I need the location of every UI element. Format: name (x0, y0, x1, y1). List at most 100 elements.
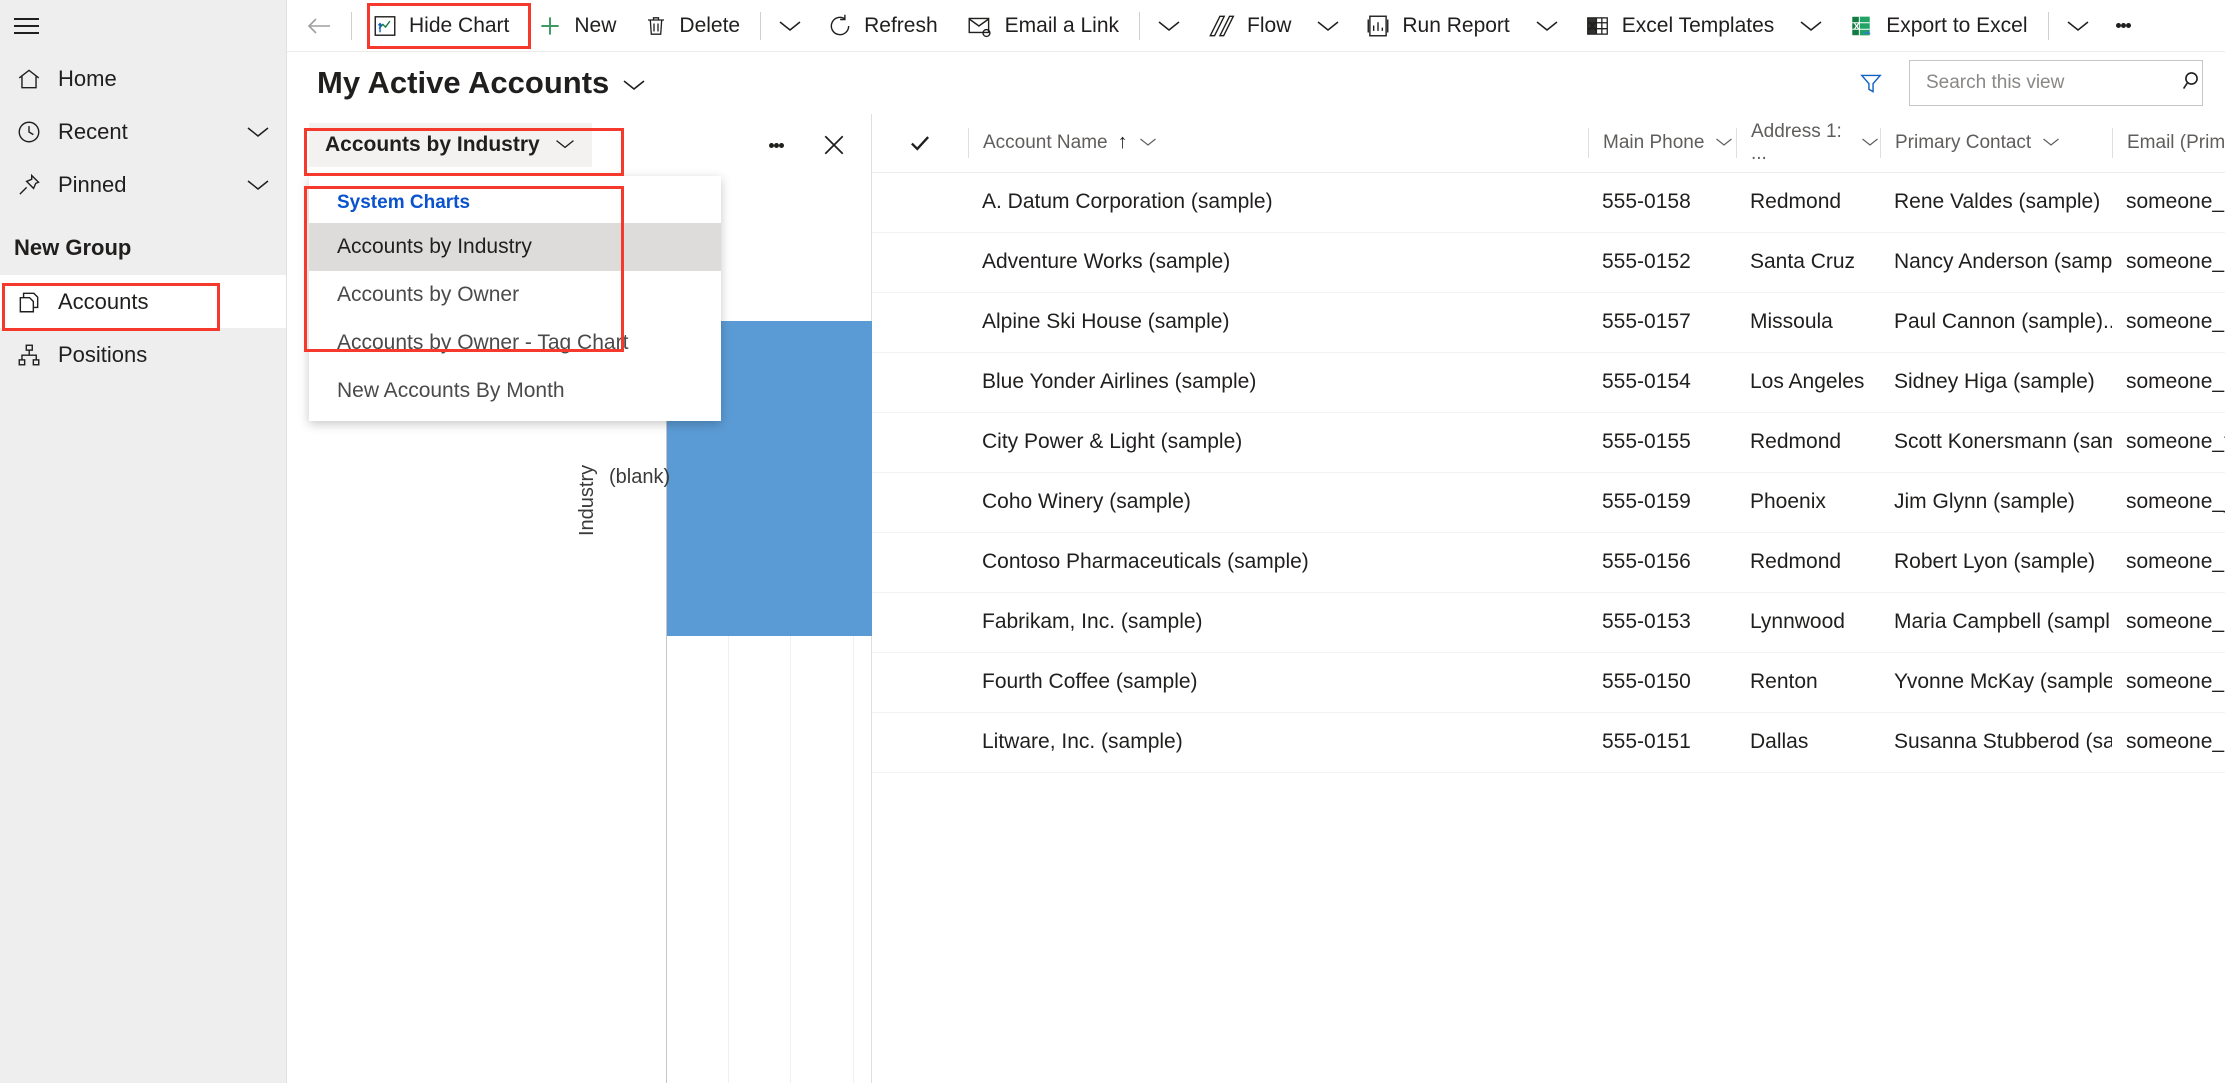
run-report-button[interactable]: Run Report (1351, 4, 1523, 48)
export-to-excel-button[interactable]: X Export to Excel (1834, 4, 2041, 48)
new-button[interactable]: New (523, 4, 630, 48)
cell-email-primary-contact[interactable]: someone_d@example.c (2112, 592, 2225, 653)
column-header-primary-contact[interactable]: Primary Contact (1880, 114, 2112, 173)
cell-primary-contact[interactable]: Susanna Stubberod (sa (1880, 712, 2112, 773)
back-button[interactable] (295, 4, 343, 48)
flow-chevron-down-icon[interactable] (1305, 4, 1351, 48)
cell-account-name[interactable]: City Power & Light (sample) (968, 412, 1588, 473)
cell-primary-contact[interactable]: Scott Konersmann (sam (1880, 412, 2112, 473)
email-a-link-button[interactable]: Email a Link (952, 4, 1133, 48)
cell-main-phone[interactable]: 555-0150 (1588, 652, 1736, 713)
hide-chart-button[interactable]: Hide Chart (358, 4, 523, 48)
cell-main-phone[interactable]: 555-0158 (1588, 172, 1736, 233)
column-header-account-name[interactable]: Account Name ↑ (968, 114, 1588, 173)
table-row[interactable]: A. Datum Corporation (sample) 555-0158 Red… (872, 172, 2225, 233)
cell-email-primary-contact[interactable]: someone_c@example.c (2112, 232, 2225, 293)
cell-account-name[interactable]: Adventure Works (sample) (968, 232, 1588, 293)
cell-account-name[interactable]: A. Datum Corporation (sample) (968, 172, 1588, 233)
cell-email-primary-contact[interactable]: someone_b@example.c (2112, 712, 2225, 773)
close-icon[interactable] (817, 128, 851, 162)
cell-account-name[interactable]: Litware, Inc. (sample) (968, 712, 1588, 773)
chart-selector-button[interactable]: Accounts by Industry (309, 123, 592, 167)
dropdown-item-accounts-by-owner[interactable]: Accounts by Owner (309, 271, 721, 319)
cell-email-primary-contact[interactable]: someone_i@example.c (2112, 172, 2225, 233)
cell-primary-contact[interactable]: Robert Lyon (sample) (1880, 532, 2112, 593)
chevron-down-icon[interactable] (1138, 132, 1158, 154)
cell-email-primary-contact[interactable]: someone_e@example.c (2112, 352, 2225, 413)
more-options-icon[interactable] (759, 128, 793, 162)
cell-primary-contact[interactable]: Paul Cannon (sample).. (1880, 292, 2112, 353)
cell-primary-contact[interactable]: Yvonne McKay (sample (1880, 652, 2112, 713)
cell-main-phone[interactable]: 555-0153 (1588, 592, 1736, 653)
cell-email-primary-contact[interactable]: someone_j@example.c (2112, 472, 2225, 533)
sidebar-item-positions[interactable]: Positions (0, 328, 286, 381)
cell-account-name[interactable]: Fabrikam, Inc. (sample) (968, 592, 1588, 653)
cell-primary-contact[interactable]: Nancy Anderson (samp (1880, 232, 2112, 293)
cell-email-primary-contact[interactable]: someone_g@example.c (2112, 532, 2225, 593)
more-commands-button[interactable] (2101, 4, 2147, 48)
delete-chevron-down-icon[interactable] (767, 4, 813, 48)
cell-main-phone[interactable]: 555-0159 (1588, 472, 1736, 533)
dropdown-item-accounts-by-industry[interactable]: Accounts by Industry (309, 223, 721, 271)
cell-main-phone[interactable]: 555-0156 (1588, 532, 1736, 593)
excel-templates-button[interactable]: X Excel Templates (1570, 4, 1789, 48)
export-chevron-down-icon[interactable] (2055, 4, 2101, 48)
table-row[interactable]: Contoso Pharmaceuticals (sample) 555-0156… (872, 532, 2225, 593)
cell-email-primary-contact[interactable]: someone_h@example.c (2112, 292, 2225, 353)
checkmark-icon[interactable] (872, 128, 968, 158)
cell-email-primary-contact[interactable]: someone_f@example.c (2112, 412, 2225, 473)
cell-main-phone[interactable]: 555-0154 (1588, 352, 1736, 413)
chevron-down-icon[interactable] (230, 177, 286, 193)
chevron-down-icon[interactable] (2041, 132, 2061, 154)
refresh-button[interactable]: Refresh (813, 4, 952, 48)
cell-main-phone[interactable]: 555-0152 (1588, 232, 1736, 293)
search-icon[interactable] (2181, 69, 2205, 98)
cell-primary-contact[interactable]: Rene Valdes (sample) (1880, 172, 2112, 233)
site-map-toggle[interactable] (14, 15, 42, 37)
chevron-down-icon[interactable] (1714, 132, 1734, 154)
sidebar-item-home[interactable]: Home (0, 52, 286, 105)
column-header-address-1[interactable]: Address 1: ... (1736, 114, 1880, 173)
email-chevron-down-icon[interactable] (1146, 4, 1192, 48)
table-row[interactable]: Blue Yonder Airlines (sample) 555-0154 Los… (872, 352, 2225, 413)
column-header-email-primary-contact[interactable]: Email (Primary Conta... (2112, 114, 2225, 173)
cell-account-name[interactable]: Alpine Ski House (sample) (968, 292, 1588, 353)
table-row[interactable]: Coho Winery (sample) 555-0159 Phoenix Jim G… (872, 472, 2225, 533)
view-selector[interactable]: My Active Accounts (317, 65, 647, 101)
cell-main-phone[interactable]: 555-0157 (1588, 292, 1736, 353)
flow-button[interactable]: Flow (1192, 4, 1305, 48)
search-input[interactable] (1924, 71, 2173, 95)
chevron-down-icon[interactable] (621, 65, 647, 101)
select-all-column-header[interactable] (872, 114, 968, 173)
column-header-main-phone[interactable]: Main Phone (1588, 114, 1736, 173)
table-row[interactable]: Adventure Works (sample) 555-0152 Santa Cr… (872, 232, 2225, 293)
table-row[interactable]: Fourth Coffee (sample) 555-0150 Renton Yvon… (872, 652, 2225, 713)
cell-primary-contact[interactable]: Maria Campbell (sampl (1880, 592, 2112, 653)
chevron-down-icon[interactable] (1860, 132, 1880, 154)
cell-primary-contact[interactable]: Jim Glynn (sample) (1880, 472, 2112, 533)
filter-icon[interactable] (1851, 63, 1891, 103)
cell-email-primary-contact[interactable]: someone_a@example.c (2112, 652, 2225, 713)
table-row[interactable]: City Power & Light (sample) 555-0155 Redmo… (872, 412, 2225, 473)
table-row[interactable]: Alpine Ski House (sample) 555-0157 Missoul… (872, 292, 2225, 353)
search-box[interactable] (1909, 60, 2203, 106)
sidebar-item-recent[interactable]: Recent (0, 105, 286, 158)
table-row[interactable]: Litware, Inc. (sample) 555-0151 Dallas Susa… (872, 712, 2225, 773)
cell-account-name[interactable]: Coho Winery (sample) (968, 472, 1588, 533)
table-row[interactable]: Fabrikam, Inc. (sample) 555-0153 Lynnwood M… (872, 592, 2225, 653)
sidebar-item-accounts[interactable]: Accounts (0, 275, 286, 328)
chevron-down-icon[interactable] (230, 124, 286, 140)
chevron-down-icon[interactable] (554, 133, 576, 157)
cell-main-phone[interactable]: 555-0151 (1588, 712, 1736, 773)
dropdown-item-new-accounts-by-month[interactable]: New Accounts By Month (309, 367, 721, 415)
dropdown-item-accounts-by-owner-tag-chart[interactable]: Accounts by Owner - Tag Chart (309, 319, 721, 367)
cell-account-name[interactable]: Fourth Coffee (sample) (968, 652, 1588, 713)
cell-primary-contact[interactable]: Sidney Higa (sample) (1880, 352, 2112, 413)
run-report-chevron-down-icon[interactable] (1524, 4, 1570, 48)
excel-templates-chevron-down-icon[interactable] (1788, 4, 1834, 48)
cell-account-name[interactable]: Contoso Pharmaceuticals (sample) (968, 532, 1588, 593)
delete-button[interactable]: Delete (630, 4, 754, 48)
cell-main-phone[interactable]: 555-0155 (1588, 412, 1736, 473)
sidebar-item-pinned[interactable]: Pinned (0, 158, 286, 211)
cell-account-name[interactable]: Blue Yonder Airlines (sample) (968, 352, 1588, 413)
